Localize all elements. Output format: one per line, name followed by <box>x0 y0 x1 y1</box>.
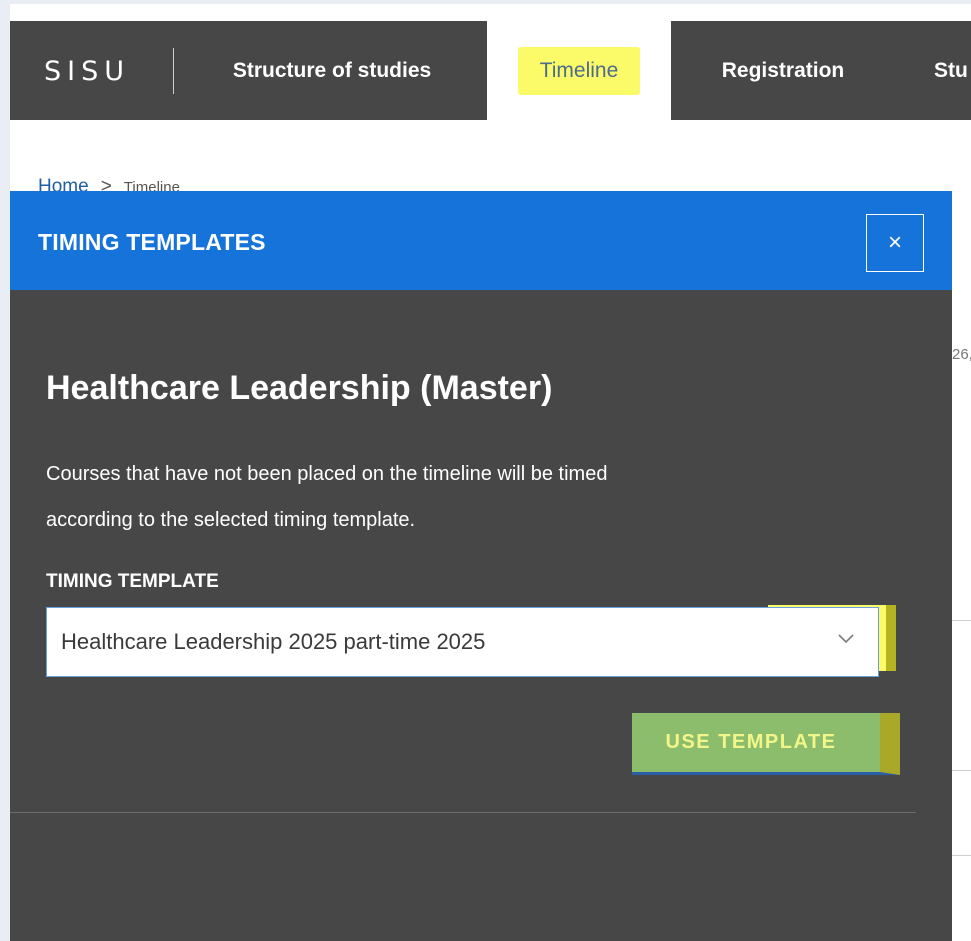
description-line: according to the selected timing templat… <box>46 509 416 531</box>
sisu-logo[interactable]: SISU <box>44 56 130 87</box>
nav-student[interactable]: Stu <box>934 21 971 120</box>
nav-label: Stu <box>934 58 968 82</box>
nav-structure-of-studies[interactable]: Structure of studies <box>196 21 468 120</box>
timing-templates-modal: TIMING TEMPLATES × Healthcare Leadership… <box>10 191 952 941</box>
modal-header: TIMING TEMPLATES × <box>10 191 952 290</box>
timing-template-select[interactable]: Healthcare Leadership 2025 part-time 202… <box>46 607 879 677</box>
selected-template-value: Healthcare Leadership 2025 part-time 202… <box>61 629 486 654</box>
nav-label: Registration <box>721 58 845 82</box>
timing-template-label: TIMING TEMPLATE <box>46 571 219 592</box>
use-template-button[interactable]: USE TEMPLATE <box>632 713 900 775</box>
description-line: Courses that have not been placed on the… <box>46 463 608 485</box>
close-icon: × <box>887 229 902 256</box>
nav-label: Timeline <box>517 46 641 95</box>
use-template-label: USE TEMPLATE <box>665 731 837 753</box>
background-partial-text: 26, <box>952 346 971 363</box>
close-button[interactable]: × <box>866 214 924 272</box>
nav-timeline[interactable]: Timeline <box>487 21 671 120</box>
modal-title: TIMING TEMPLATES <box>38 229 266 255</box>
background-divider <box>952 855 971 856</box>
background-divider <box>952 620 971 621</box>
nav-label: Structure of studies <box>232 58 432 82</box>
modal-divider <box>10 812 916 813</box>
nav-registration[interactable]: Registration <box>690 21 876 120</box>
modal-description: Courses that have not been placed on the… <box>46 451 846 543</box>
background-divider <box>952 770 971 771</box>
program-title: Healthcare Leadership (Master) <box>46 369 553 407</box>
logo-divider <box>173 48 174 94</box>
chevron-down-icon[interactable] <box>836 629 856 649</box>
